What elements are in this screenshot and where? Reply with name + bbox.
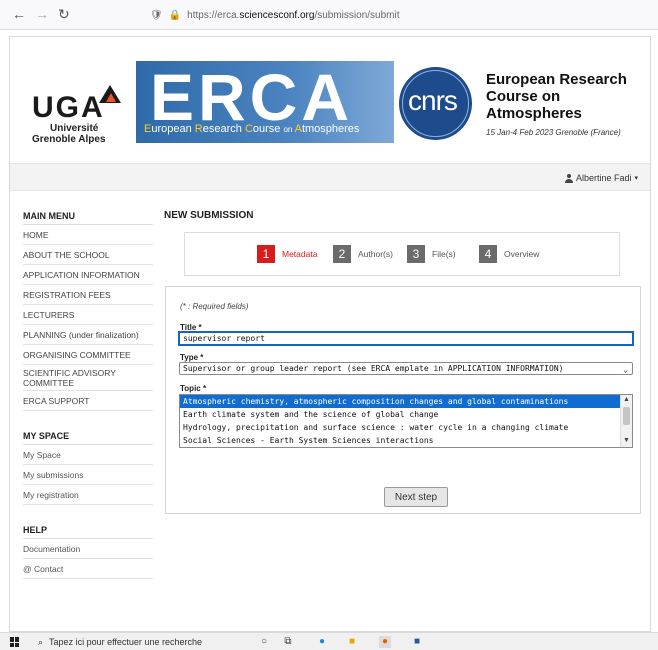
topic-listbox[interactable]: Atmospheric chemistry, atmospheric compo… bbox=[179, 394, 633, 448]
sidebar-heading-my-space: MY SPACE bbox=[23, 427, 153, 445]
sidebar-item-lecturers[interactable]: LECTURERS bbox=[23, 305, 153, 325]
scroll-down-icon[interactable]: ▼ bbox=[623, 437, 630, 444]
uga-logo[interactable]: UGA Université Grenoble Alpes bbox=[32, 79, 132, 145]
sidebar-item-my-space[interactable]: My Space bbox=[23, 445, 153, 465]
page-title: NEW SUBMISSION bbox=[164, 210, 254, 221]
topic-option[interactable]: Earth climate system and the science of … bbox=[180, 408, 620, 421]
caret-down-icon: ▾ bbox=[634, 175, 638, 182]
required-fields-note: (* : Required fields) bbox=[180, 302, 249, 311]
user-bar: Albertine Fadi ▾ bbox=[10, 163, 650, 191]
sidebar-item-about[interactable]: ABOUT THE SCHOOL bbox=[23, 245, 153, 265]
reload-icon[interactable]: ↻ bbox=[58, 6, 70, 23]
browser-toolbar: ← → ↻ 🛡 🔒 https://erca.sciencesconf.org/… bbox=[0, 0, 658, 30]
sidebar-item-registration-fees[interactable]: REGISTRATION FEES bbox=[23, 285, 153, 305]
title-label: Title * bbox=[180, 323, 202, 332]
sidebar-item-planning[interactable]: PLANNING (under finalization) bbox=[23, 325, 153, 345]
url-text: https://erca.sciencesconf.org/submission… bbox=[187, 9, 400, 21]
word-icon[interactable]: ■ bbox=[411, 636, 423, 648]
sidebar-item-documentation[interactable]: Documentation bbox=[23, 539, 153, 559]
step-authors[interactable]: 2 Author(s) bbox=[333, 245, 393, 263]
topic-option[interactable]: Social Sciences - Earth System Sciences … bbox=[180, 434, 620, 447]
sidebar-item-contact[interactable]: @ Contact bbox=[23, 559, 153, 579]
step-metadata[interactable]: 1 Metadata bbox=[257, 245, 317, 263]
topic-option[interactable]: Hydrology, precipitation and surface sci… bbox=[180, 421, 620, 434]
sidebar: MAIN MENU HOME ABOUT THE SCHOOL APPLICAT… bbox=[23, 207, 153, 579]
submission-steps: 1 Metadata 2 Author(s) 3 File(s) 4 Overv… bbox=[184, 232, 620, 276]
cortana-icon[interactable]: ○ bbox=[258, 636, 270, 648]
windows-taskbar: ⌕ Tapez ici pour effectuer une recherche… bbox=[0, 632, 658, 650]
address-bar[interactable]: 🛡 🔒 https://erca.sciencesconf.org/submis… bbox=[150, 6, 399, 24]
topic-option[interactable]: Atmospheric chemistry, atmospheric compo… bbox=[180, 395, 620, 408]
site-header: UGA Université Grenoble Alpes ERCA Europ… bbox=[10, 37, 650, 165]
cnrs-logo[interactable]: cnrs bbox=[399, 67, 472, 140]
sidebar-item-organising-committee[interactable]: ORGANISING COMMITTEE bbox=[23, 345, 153, 365]
shield-icon: 🛡 bbox=[150, 9, 163, 21]
metadata-form: (* : Required fields) Title * supervisor… bbox=[165, 286, 641, 514]
next-step-button[interactable]: Next step bbox=[384, 487, 448, 507]
user-icon bbox=[564, 173, 573, 183]
sidebar-heading-help: HELP bbox=[23, 521, 153, 539]
sidebar-item-scientific-committee[interactable]: SCIENTIFIC ADVISORY COMMITTEE bbox=[23, 365, 153, 391]
sidebar-heading-main-menu: MAIN MENU bbox=[23, 207, 153, 225]
type-select[interactable]: Supervisor or group leader report (see E… bbox=[179, 362, 633, 375]
sidebar-item-home[interactable]: HOME bbox=[23, 225, 153, 245]
back-icon[interactable]: ← bbox=[12, 6, 26, 22]
chevron-down-icon: ⌄ bbox=[623, 365, 628, 374]
erca-banner[interactable]: ERCA European Research Course on Atmosph… bbox=[136, 61, 394, 143]
erca-subtitle: European Research Course on Atmospheres bbox=[144, 123, 360, 135]
main-content: NEW SUBMISSION 1 Metadata 2 Author(s) 3 … bbox=[164, 207, 641, 514]
sidebar-item-erca-support[interactable]: ERCA SUPPORT bbox=[23, 391, 153, 411]
search-icon: ⌕ bbox=[38, 636, 44, 647]
topic-label: Topic * bbox=[180, 384, 207, 393]
scroll-up-icon[interactable]: ▲ bbox=[623, 396, 630, 403]
site-frame: UGA Université Grenoble Alpes ERCA Europ… bbox=[9, 36, 651, 632]
firefox-icon[interactable]: ● bbox=[379, 636, 391, 648]
taskbar-search[interactable]: ⌕ Tapez ici pour effectuer une recherche bbox=[30, 633, 230, 650]
sidebar-item-my-registration[interactable]: My registration bbox=[23, 485, 153, 505]
course-title: European Research Course on Atmospheres bbox=[486, 71, 627, 122]
listbox-scrollbar[interactable]: ▲ ▼ bbox=[620, 395, 632, 447]
title-input[interactable]: supervisor report bbox=[178, 331, 634, 346]
step-files[interactable]: 3 File(s) bbox=[407, 245, 456, 263]
file-explorer-icon[interactable]: ■ bbox=[346, 636, 358, 648]
type-label: Type * bbox=[180, 353, 204, 362]
forward-icon[interactable]: → bbox=[35, 6, 49, 22]
user-menu[interactable]: Albertine Fadi ▾ bbox=[564, 173, 638, 183]
windows-start-icon[interactable] bbox=[10, 637, 20, 647]
lock-icon: 🔒 bbox=[168, 9, 182, 21]
step-overview[interactable]: 4 Overview bbox=[479, 245, 539, 263]
sidebar-item-my-submissions[interactable]: My submissions bbox=[23, 465, 153, 485]
task-view-icon[interactable]: ⧉ bbox=[282, 636, 294, 648]
course-date: 15 Jan-4 Feb 2023 Grenoble (France) bbox=[486, 128, 621, 137]
sidebar-item-application-info[interactable]: APPLICATION INFORMATION bbox=[23, 265, 153, 285]
scroll-thumb[interactable] bbox=[623, 407, 630, 425]
edge-icon[interactable]: ● bbox=[316, 636, 328, 648]
